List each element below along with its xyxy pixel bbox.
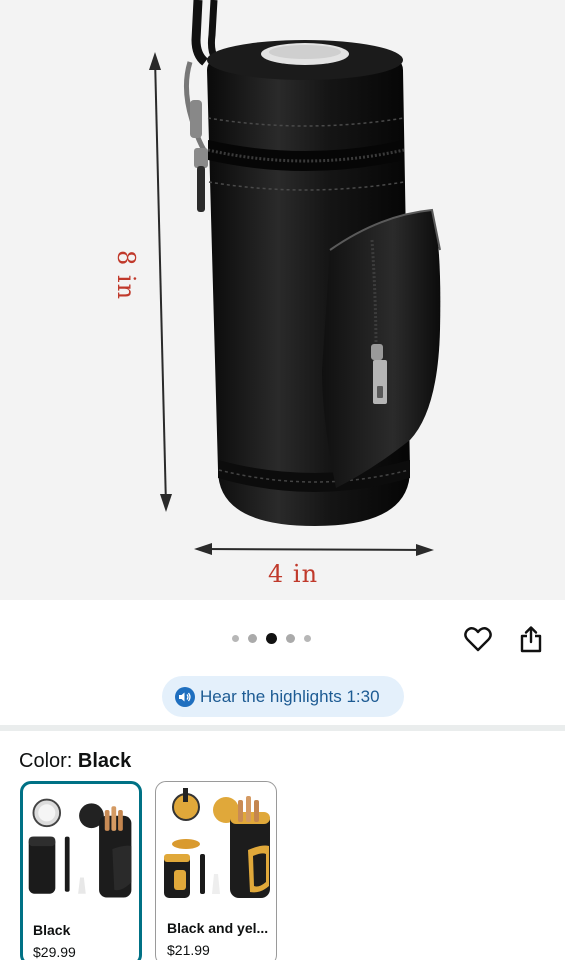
color-option-black-and-yellow[interactable]: Black and yel... $21.99 (155, 781, 277, 960)
heart-icon (464, 627, 492, 652)
carousel-dot-active[interactable] (266, 633, 277, 644)
hear-highlights-button[interactable]: Hear the highlights 1:30 (162, 676, 404, 717)
color-option-thumbnail (28, 798, 132, 898)
color-option-name: Black and yel... (167, 920, 269, 936)
product-illustration (149, 0, 441, 556)
color-option-name: Black (33, 922, 71, 938)
carousel-dot[interactable] (232, 635, 239, 642)
selected-color-name: Black (77, 750, 132, 772)
wishlist-button[interactable] (462, 623, 494, 655)
carousel-indicator[interactable] (232, 633, 311, 644)
share-icon (520, 626, 542, 653)
color-option-price: $21.99 (167, 942, 210, 958)
color-option-thumbnail (164, 788, 270, 898)
share-button[interactable] (516, 623, 546, 655)
height-dimension-label: 8 in (112, 250, 140, 301)
speaker-icon (175, 686, 195, 707)
hear-highlights-label: Hear the highlights 1:30 (200, 686, 380, 706)
carousel-dot[interactable] (286, 634, 295, 643)
product-image[interactable]: 4 in 8 in (0, 0, 565, 600)
color-option-price: $29.99 (33, 944, 76, 960)
carousel-dot[interactable] (304, 635, 311, 642)
carousel-dot[interactable] (248, 634, 257, 643)
section-divider (0, 725, 565, 731)
width-dimension-label: 4 in (268, 560, 319, 588)
color-prefix: Color: (19, 750, 78, 772)
color-selection-label: Color: Black (19, 750, 131, 773)
color-option-black[interactable]: Black $29.99 (20, 781, 142, 960)
